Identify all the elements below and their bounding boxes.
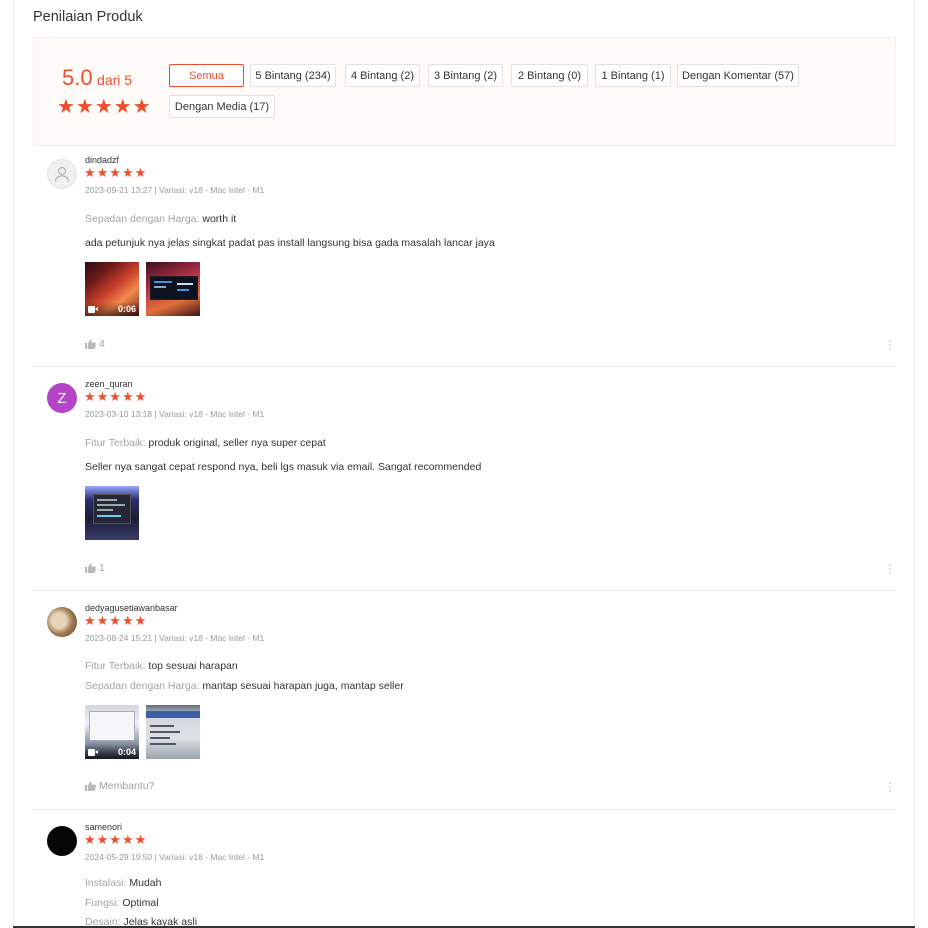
review-item: dindadzf ★★★★★ 2023-09-21 13:27 | Varias…	[33, 150, 896, 367]
score-value: 5.0	[62, 65, 93, 90]
rating-summary: 5.0 dari 5 ★★★★★ Semua 5 Bintang (234) 4…	[33, 37, 896, 146]
review-photo-thumbnail[interactable]	[146, 705, 200, 759]
filter-4-stars[interactable]: 4 Bintang (2)	[345, 64, 420, 87]
avatar: Z	[47, 383, 77, 413]
attribute-value: mantap sesuai harapan juga, mantap selle…	[199, 680, 404, 692]
filter-all[interactable]: Semua	[169, 64, 244, 87]
attribute-label: Fungsi:	[85, 897, 120, 909]
like-button[interactable]: 1	[85, 562, 105, 574]
attribute-value: Mudah	[126, 877, 162, 889]
avatar	[47, 607, 77, 637]
review-video-thumbnail[interactable]: 0:06	[85, 262, 139, 316]
video-overlay: 0:06	[85, 302, 139, 316]
more-options-icon[interactable]: ⋮	[884, 563, 896, 575]
attribute-value: produk original, seller nya super cepat	[145, 437, 326, 449]
review-username[interactable]: samenori	[85, 822, 122, 832]
review-meta: 2023-03-10 13:18 | Variasi: v18 - Mac In…	[85, 409, 265, 419]
like-count: 1	[99, 562, 105, 574]
section-title: Penilaian Produk	[33, 9, 143, 25]
video-duration: 0:06	[117, 304, 136, 314]
like-button[interactable]: 4	[85, 338, 105, 350]
review-meta: 2023-09-21 13:27 | Variasi: v18 - Mac In…	[85, 185, 265, 195]
thumbs-up-icon	[85, 781, 96, 791]
review-username[interactable]: dindadzf	[85, 155, 119, 165]
avatar	[47, 826, 77, 856]
attribute-label: Fitur Terbaik:	[85, 660, 146, 672]
like-count: 4	[99, 338, 105, 350]
review-video-thumbnail[interactable]: 0:04	[85, 705, 139, 759]
filter-with-comment[interactable]: Dengan Komentar (57)	[677, 64, 799, 87]
more-options-icon[interactable]: ⋮	[884, 339, 896, 351]
filter-3-stars[interactable]: 3 Bintang (2)	[428, 64, 503, 87]
filter-2-stars[interactable]: 2 Bintang (0)	[511, 64, 588, 87]
video-duration: 0:04	[117, 747, 136, 757]
review-star-icons: ★★★★★	[84, 832, 148, 847]
helpful-label: Membantu?	[99, 780, 155, 792]
review-item: dedyagusetiawanbasar ★★★★★ 2023-08-24 15…	[33, 598, 896, 810]
summary-star-icons: ★★★★★	[57, 96, 152, 118]
attribute-label: Fitur Terbaik:	[85, 437, 146, 449]
review-username[interactable]: dedyagusetiawanbasar	[85, 603, 178, 613]
review-photo-thumbnail[interactable]	[85, 486, 139, 540]
review-meta: 2023-08-24 15:21 | Variasi: v18 - Mac In…	[85, 633, 265, 643]
attribute-value: top sesuai harapan	[145, 660, 238, 672]
review-attribute: Sepadan dengan Harga: mantap sesuai hara…	[85, 680, 404, 692]
attribute-value: Optimal	[119, 897, 159, 909]
video-camera-icon	[88, 305, 98, 313]
review-attribute: Fitur Terbaik: top sesuai harapan	[85, 660, 238, 672]
attribute-value: worth it	[199, 213, 237, 225]
default-avatar-icon	[47, 159, 77, 189]
review-attribute: Sepadan dengan Harga: worth it	[85, 213, 236, 225]
filter-with-media[interactable]: Dengan Media (17)	[169, 95, 275, 118]
thumbs-up-icon	[85, 339, 96, 349]
review-meta: 2024-05-29 19:50 | Variasi: v18 - Mac In…	[85, 852, 265, 862]
filter-5-stars[interactable]: 5 Bintang (234)	[250, 64, 336, 87]
thumbs-up-icon	[85, 563, 96, 573]
more-options-icon[interactable]: ⋮	[884, 781, 896, 793]
review-comment: Seller nya sangat cepat respond nya, bel…	[85, 461, 482, 473]
review-username[interactable]: zeen_quran	[85, 379, 133, 389]
review-star-icons: ★★★★★	[84, 389, 148, 404]
review-comment: ada petunjuk nya jelas singkat padat pas…	[85, 237, 495, 249]
review-attribute: Instalasi: Mudah	[85, 877, 161, 889]
review-star-icons: ★★★★★	[84, 165, 148, 180]
helpful-button[interactable]: Membantu?	[85, 780, 154, 792]
attribute-label: Sepadan dengan Harga:	[85, 680, 200, 692]
overall-score: 5.0 dari 5	[62, 65, 132, 91]
attribute-label: Instalasi:	[85, 877, 127, 889]
review-attribute: Fitur Terbaik: produk original, seller n…	[85, 437, 326, 449]
review-star-icons: ★★★★★	[84, 613, 148, 628]
review-photo-thumbnail[interactable]	[146, 262, 200, 316]
review-attribute: Fungsi: Optimal	[85, 897, 159, 909]
attribute-label: Sepadan dengan Harga:	[85, 213, 200, 225]
video-overlay: 0:04	[85, 745, 139, 759]
review-item: samenori ★★★★★ 2024-05-29 19:50 | Varias…	[33, 817, 896, 928]
avatar-letter: Z	[57, 389, 67, 407]
score-suffix: dari 5	[97, 72, 133, 88]
filter-1-star[interactable]: 1 Bintang (1)	[595, 64, 671, 87]
review-item: Z zeen_quran ★★★★★ 2023-03-10 13:18 | Va…	[33, 374, 896, 591]
video-camera-icon	[88, 748, 98, 756]
